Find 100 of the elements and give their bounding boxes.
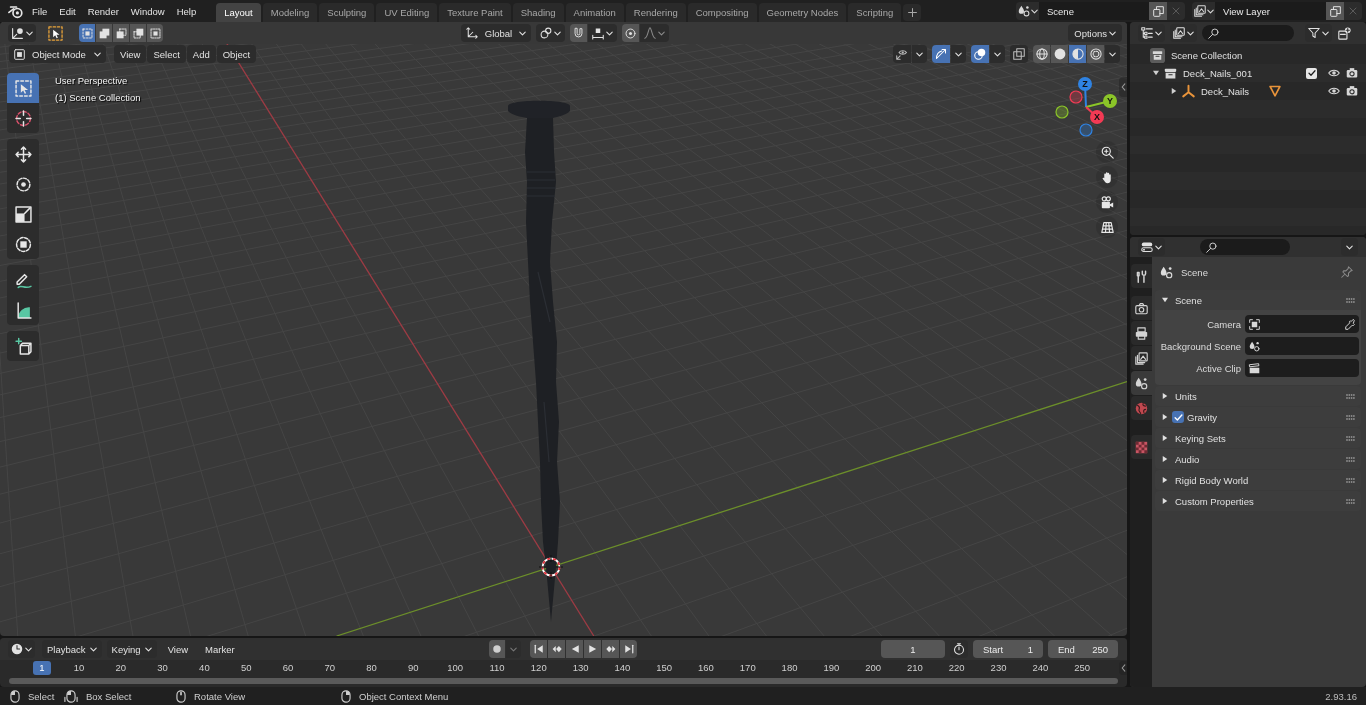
active-tool-button[interactable] <box>46 24 64 42</box>
selectability-toggle[interactable] <box>893 45 911 63</box>
camera-view-button[interactable] <box>1096 191 1118 213</box>
workspace-tab[interactable]: Scripting <box>848 3 902 22</box>
play-reverse-button[interactable] <box>566 640 583 658</box>
viewport-menu[interactable]: Object <box>216 45 257 63</box>
proportional-edit-toggle[interactable] <box>622 24 639 42</box>
triangle-right-icon[interactable] <box>1171 88 1177 94</box>
outliner-item-label[interactable]: Deck_Nails_001 <box>1183 67 1253 79</box>
display-mode-dropdown[interactable] <box>1170 24 1197 42</box>
tool-tab[interactable] <box>1131 264 1152 288</box>
render-tab[interactable] <box>1131 296 1152 320</box>
workspace-tab[interactable]: Layout <box>216 3 261 22</box>
photo-camera-icon[interactable] <box>1346 85 1358 97</box>
photo-camera-icon[interactable] <box>1346 67 1358 79</box>
tool-button[interactable] <box>7 139 39 169</box>
menu-item[interactable]: Edit <box>53 1 82 21</box>
auto-keying-toggle[interactable] <box>489 640 505 658</box>
eye-icon[interactable] <box>1328 85 1340 97</box>
scene-browse-button[interactable] <box>1016 2 1039 20</box>
view-layer-name-field[interactable]: View Layer <box>1215 2 1326 20</box>
new-scene-button[interactable] <box>1149 2 1167 20</box>
start-frame-field[interactable]: Start 1 <box>973 640 1043 658</box>
gizmo-toggle[interactable] <box>932 45 950 63</box>
falloff-dropdown[interactable] <box>640 24 669 42</box>
select-mode-button[interactable] <box>130 24 146 42</box>
preview-range-toggle[interactable] <box>950 640 968 658</box>
select-mode-button[interactable] <box>79 24 95 42</box>
tool-button[interactable] <box>7 229 39 259</box>
orientation-dropdown[interactable]: Global <box>461 24 531 42</box>
toggle-options-dropdown[interactable] <box>912 45 927 63</box>
rendered-shading-button[interactable] <box>1087 45 1104 63</box>
axis-handle[interactable] <box>1079 123 1093 137</box>
end-frame-field[interactable]: End 250 <box>1048 640 1118 658</box>
workspace-tab[interactable]: UV Editing <box>376 3 438 22</box>
select-mode-button[interactable] <box>147 24 163 42</box>
tool-button[interactable] <box>7 103 39 133</box>
tool-button[interactable] <box>7 295 39 325</box>
workspace-tab[interactable]: Rendering <box>625 3 686 22</box>
mode-dropdown[interactable]: Object Mode <box>9 45 106 63</box>
view-layer-browse-button[interactable] <box>1192 2 1215 20</box>
search-field[interactable] <box>1202 25 1294 41</box>
timeline-dropdown[interactable]: Keying <box>106 640 157 658</box>
xray-toggle[interactable] <box>1010 45 1028 63</box>
scene-tab[interactable] <box>1131 371 1152 395</box>
new-collection-button[interactable] <box>1337 24 1352 42</box>
sidebar-toggle-button[interactable] <box>1119 77 1127 97</box>
editor-type-button[interactable] <box>1138 24 1165 42</box>
select-mode-button[interactable] <box>113 24 129 42</box>
toggle-options-dropdown[interactable] <box>951 45 966 63</box>
menu-item[interactable]: File <box>26 1 54 21</box>
sidebar-toggle-button[interactable] <box>1119 661 1127 675</box>
jump-end-button[interactable] <box>620 640 637 658</box>
workspace-tab[interactable]: Sculpting <box>319 3 375 22</box>
filter-dropdown[interactable] <box>1305 24 1332 42</box>
overlay-toggle[interactable] <box>971 45 989 63</box>
exclude-checkbox[interactable] <box>1306 67 1317 79</box>
axis-handle[interactable] <box>1055 105 1069 119</box>
clip-field[interactable] <box>1245 359 1359 377</box>
timeline-menu[interactable]: View <box>161 640 195 658</box>
editor-type-button[interactable] <box>1138 238 1165 256</box>
current-frame-field[interactable]: 1 <box>881 640 945 658</box>
add-workspace-button[interactable] <box>903 4 922 21</box>
scene-field[interactable] <box>1245 337 1359 355</box>
output-tab[interactable] <box>1131 321 1152 345</box>
triangle-down-icon[interactable] <box>1153 70 1159 76</box>
workspace-tab[interactable]: Geometry Nodes <box>758 3 847 22</box>
snap-toggle[interactable] <box>570 24 587 42</box>
workspace-tab[interactable]: Compositing <box>687 3 757 22</box>
shading-options-dropdown[interactable] <box>1105 45 1120 63</box>
object-field[interactable] <box>1245 315 1359 333</box>
perspective-view-button[interactable] <box>1096 216 1118 238</box>
outliner-item-label[interactable]: Scene Collection <box>1171 49 1243 61</box>
eye-icon[interactable] <box>1328 67 1340 79</box>
options-dropdown[interactable]: Options <box>1068 24 1122 42</box>
scene-name-field[interactable]: Scene <box>1039 2 1149 20</box>
workspace-tab[interactable]: Shading <box>512 3 564 22</box>
new-view-layer-button[interactable] <box>1326 2 1344 20</box>
zoom-view-button[interactable] <box>1096 141 1118 163</box>
checkbox[interactable] <box>1172 411 1184 423</box>
view-layer-tab[interactable] <box>1131 346 1152 370</box>
eyedropper-icon[interactable] <box>1344 318 1355 330</box>
axis-handle[interactable]: Y <box>1085 94 1117 108</box>
search-field[interactable] <box>1200 239 1290 255</box>
select-mode-button[interactable] <box>96 24 112 42</box>
snap-target-dropdown[interactable] <box>588 24 617 42</box>
viewport-menu[interactable]: Add <box>186 45 216 63</box>
texture-tab[interactable] <box>1131 435 1152 459</box>
workspace-tab[interactable]: Modeling <box>262 3 318 22</box>
axis-handle[interactable] <box>1069 90 1083 104</box>
next-keyframe-button[interactable] <box>602 640 619 658</box>
editor-type-button[interactable] <box>8 24 36 42</box>
timeline-menu[interactable]: Marker <box>199 640 241 658</box>
menu-item[interactable]: Window <box>124 1 171 21</box>
pivot-dropdown[interactable] <box>536 24 565 42</box>
pan-view-button[interactable] <box>1096 166 1118 188</box>
jump-start-button[interactable] <box>530 640 547 658</box>
timeline-dropdown[interactable]: Playback <box>42 640 102 658</box>
menu-item[interactable]: Render <box>81 1 125 21</box>
menu-item[interactable]: Help <box>170 1 203 21</box>
